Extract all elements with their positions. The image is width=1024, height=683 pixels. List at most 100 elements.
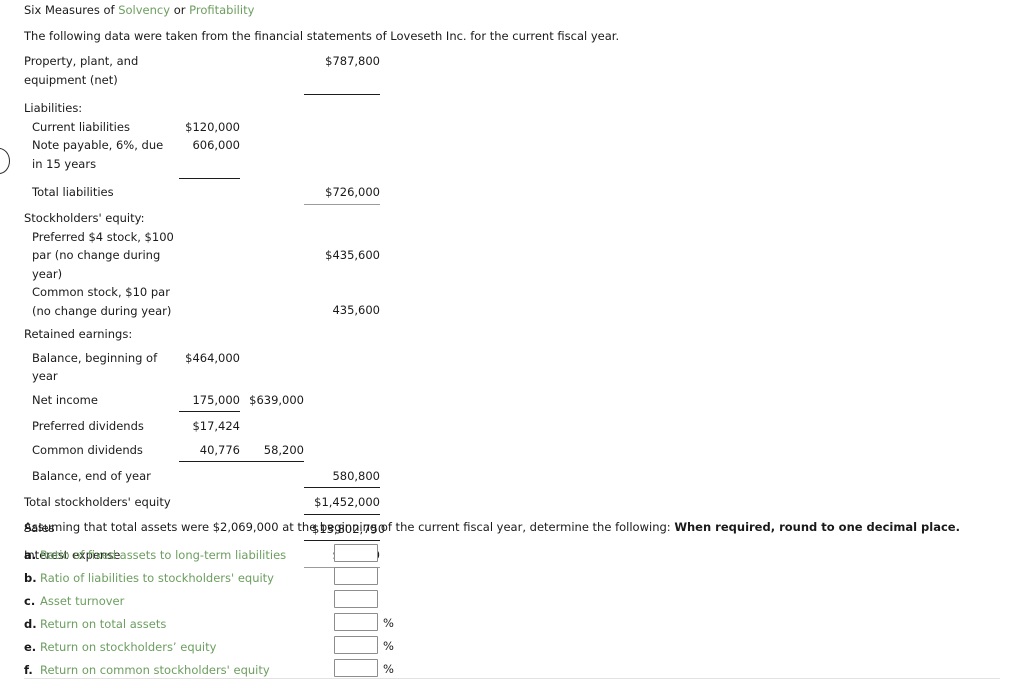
table-row: Retained earnings:	[24, 320, 380, 344]
row-value-col3	[304, 344, 380, 386]
row-value-col3	[304, 94, 380, 118]
row-value-col1: 606,000	[179, 136, 240, 179]
row-value-col3	[304, 386, 380, 412]
row-value-col3	[304, 136, 380, 178]
row-label: Balance, end of year	[32, 468, 151, 483]
table-row: Balance, beginning of year $464,000	[24, 344, 380, 386]
row-value-col3: $435,600	[325, 247, 380, 262]
row-label: Total stockholders' equity	[24, 494, 171, 509]
answer-label-b[interactable]: Ratio of liabilities to stockholders' eq…	[40, 571, 274, 585]
row-label: Stockholders' equity:	[24, 211, 145, 225]
row-value-col3: $726,000	[304, 178, 380, 205]
bottom-divider	[24, 678, 1000, 679]
row-value-col3	[304, 204, 380, 228]
row-value-col1: 40,776	[179, 435, 240, 462]
answer-label-c[interactable]: Asset turnover	[40, 594, 124, 608]
row-value-col1	[179, 488, 240, 515]
answer-letter-d: d.	[24, 616, 37, 631]
row-label: Current liabilities	[32, 119, 130, 134]
row-value-col2	[240, 118, 304, 137]
row-value-col1: $120,000	[185, 119, 240, 134]
answer-letter-a: a.	[24, 547, 37, 562]
percent-sign-e: %	[383, 639, 394, 653]
page-title-prefix: Six Measures of	[24, 3, 119, 17]
row-value-col3: 580,800	[304, 461, 380, 488]
answer-letter-c: c.	[24, 593, 36, 608]
answer-letter-e: e.	[24, 639, 37, 654]
assumption-emphasis: When required, round to one decimal plac…	[674, 520, 960, 534]
page-title-conjunction: or	[170, 3, 190, 17]
row-value-col1: $17,424	[192, 419, 240, 433]
answer-input-e[interactable]	[334, 636, 378, 654]
row-value-col2	[240, 462, 304, 488]
row-value-col3	[304, 320, 380, 344]
table-row: Preferred dividends $17,424	[24, 412, 380, 436]
answer-label-a[interactable]: Ratio of fixed assets to long-term liabi…	[40, 548, 286, 562]
row-label: Preferred $4 stock, $100 par (no change …	[32, 229, 174, 281]
answers-list: a. Ratio of fixed assets to long-term li…	[24, 543, 444, 681]
table-row: Total stockholders' equity $1,452,000	[24, 487, 380, 515]
percent-sign-f: %	[383, 662, 394, 676]
assumption-text: Assuming that total assets were $2,069,0…	[24, 520, 675, 534]
table-row: Property, plant, and equipment (net) $78…	[24, 52, 380, 95]
assumption-instruction: Assuming that total assets were $2,069,0…	[24, 520, 960, 534]
table-row: Total liabilities $726,000	[24, 178, 380, 205]
row-label: Common stock, $10 par (no change during …	[32, 285, 172, 318]
glossary-link-profitability[interactable]: Profitability	[189, 3, 254, 17]
row-value-col2	[240, 228, 304, 284]
answer-label-e[interactable]: Return on stockholders’ equity	[40, 640, 216, 654]
row-value-col3	[304, 412, 380, 436]
row-value-col2	[240, 94, 304, 118]
row-value-col3: $787,800	[304, 52, 380, 95]
row-value-col3: $1,452,000	[304, 487, 380, 515]
cursor-arc-artifact	[0, 148, 10, 174]
row-value-col2: 58,200	[240, 435, 304, 462]
table-row: Common dividends 40,776 58,200	[24, 435, 380, 462]
row-label: Note payable, 6%, due in 15 years	[32, 138, 164, 171]
row-value-col1	[179, 204, 240, 228]
answer-input-b[interactable]	[334, 567, 378, 585]
answer-input-d[interactable]	[334, 613, 378, 631]
answer-row-e: e. Return on stockholders’ equity %	[24, 635, 444, 658]
row-label: Balance, beginning of year	[32, 350, 158, 384]
answer-input-a[interactable]	[334, 544, 378, 562]
answer-row-b: b. Ratio of liabilities to stockholders'…	[24, 566, 444, 589]
answer-letter-f: f.	[24, 662, 33, 677]
answer-label-d[interactable]: Return on total assets	[40, 617, 166, 631]
answer-input-c[interactable]	[334, 590, 378, 608]
row-value-col3	[304, 118, 380, 137]
intro-text: The following data were taken from the f…	[24, 29, 620, 43]
answer-letter-b: b.	[24, 570, 37, 585]
row-value-col1	[179, 283, 240, 320]
table-row: Preferred $4 stock, $100 par (no change …	[24, 228, 380, 284]
row-value-col1: 175,000	[179, 385, 240, 412]
row-label: Liabilities:	[24, 101, 83, 115]
row-value-col2	[240, 136, 304, 178]
table-row: Net income 175,000 $639,000	[24, 385, 380, 412]
row-label: Retained earnings:	[24, 327, 133, 341]
table-row: Note payable, 6%, due in 15 years 606,00…	[24, 136, 380, 179]
row-value-col1: $464,000	[185, 350, 240, 365]
row-label: Net income	[32, 392, 98, 407]
glossary-link-solvency[interactable]: Solvency	[118, 3, 170, 17]
row-value-col2	[240, 412, 304, 436]
answer-input-f[interactable]	[334, 659, 378, 677]
row-label: Property, plant, and equipment (net)	[24, 54, 139, 87]
table-row: Liabilities:	[24, 94, 380, 118]
row-value-col3	[304, 436, 380, 462]
answer-row-c: c. Asset turnover	[24, 589, 444, 612]
table-row: Stockholders' equity:	[24, 204, 380, 228]
row-value-col2	[240, 283, 304, 320]
row-value-col2: $639,000	[249, 392, 304, 407]
answer-row-d: d. Return on total assets %	[24, 612, 444, 635]
row-label: Preferred dividends	[32, 418, 144, 433]
row-value-col1	[179, 94, 240, 118]
page-title: Six Measures of Solvency or Profitabilit…	[24, 3, 254, 17]
row-value-col2	[240, 204, 304, 228]
row-value-col1	[179, 320, 240, 344]
row-value-col1	[179, 462, 240, 488]
row-value-col1	[179, 52, 240, 94]
row-value-col1	[179, 228, 240, 284]
table-row: Balance, end of year 580,800	[24, 461, 380, 488]
answer-label-f[interactable]: Return on common stockholders' equity	[40, 663, 270, 677]
